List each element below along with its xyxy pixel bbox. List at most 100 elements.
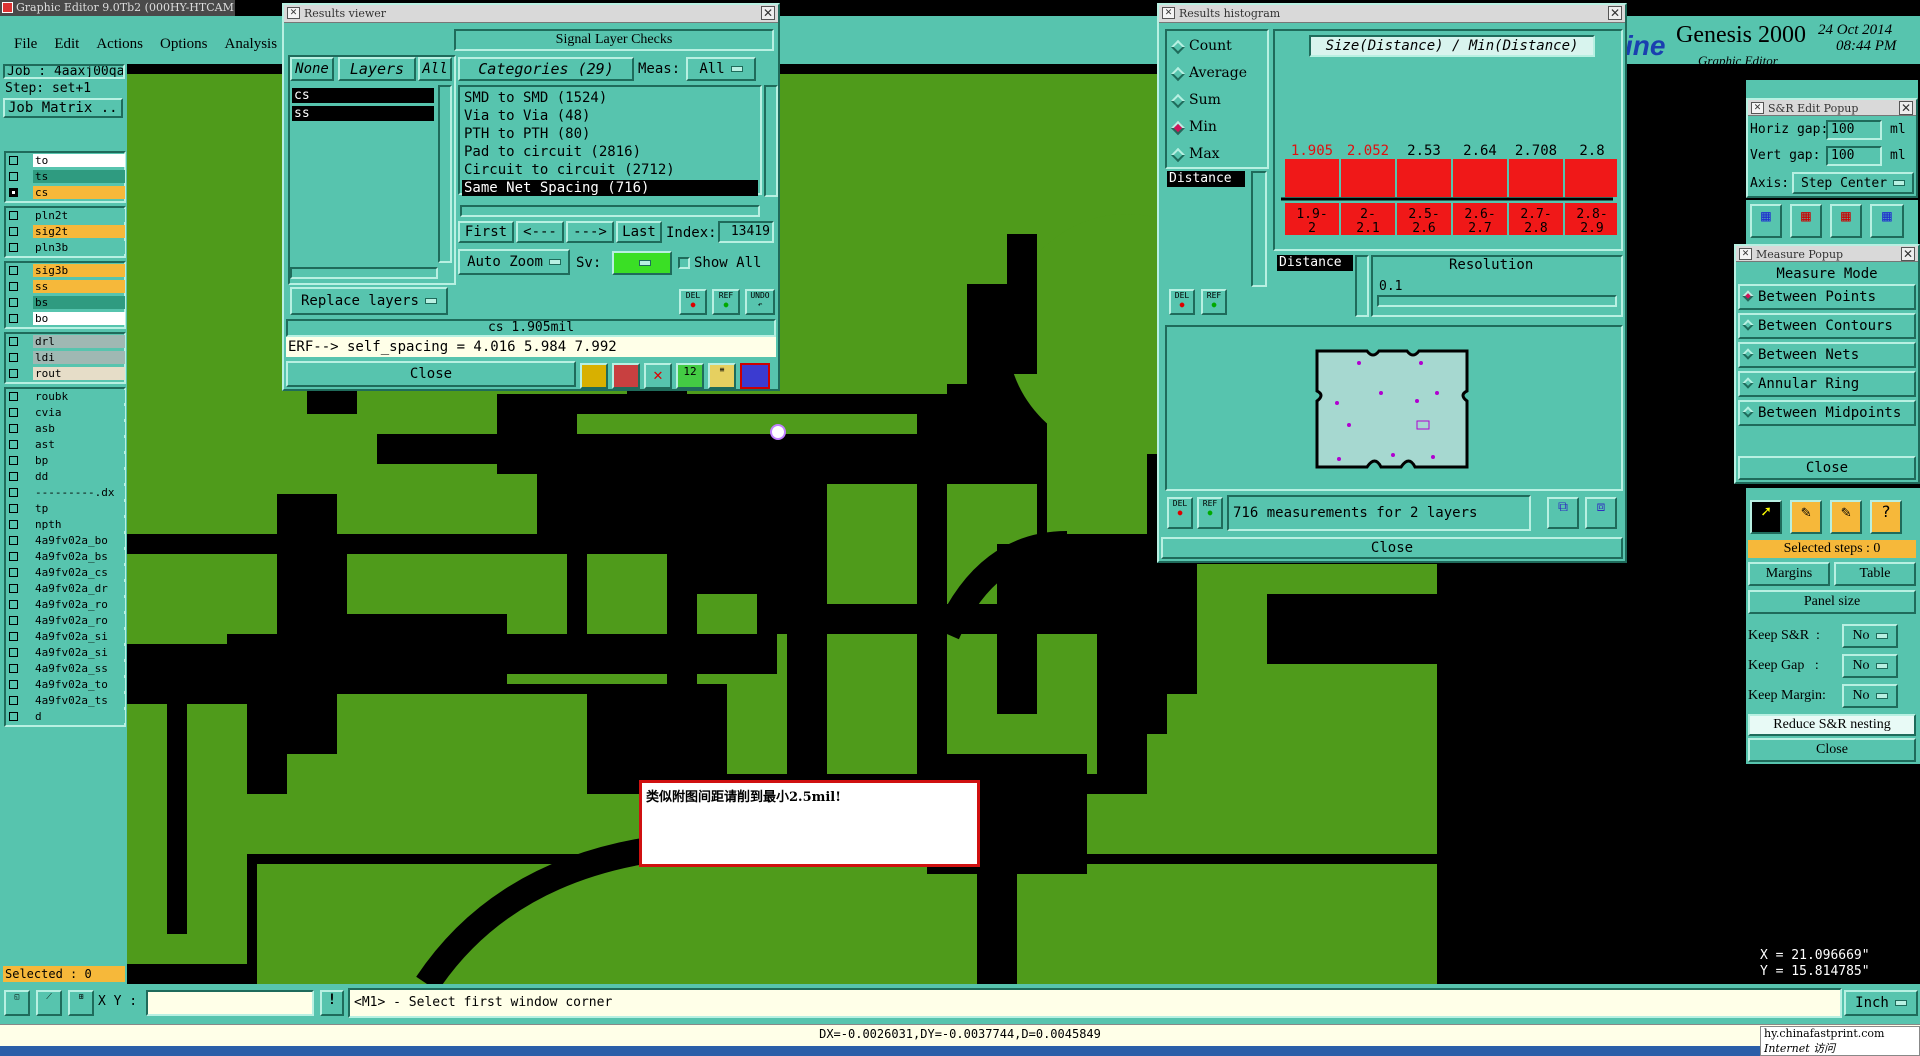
- measure-mode-option[interactable]: Between Midpoints: [1738, 400, 1916, 426]
- layer-checkbox[interactable]: [9, 552, 18, 561]
- layer-row[interactable]: cs: [6, 186, 125, 199]
- layer-checkbox[interactable]: [9, 282, 18, 291]
- layer-checkbox[interactable]: [9, 456, 18, 465]
- panel-size-button[interactable]: Panel size: [1748, 590, 1916, 614]
- ref-icon[interactable]: REF ●: [712, 289, 740, 315]
- layer-checkbox[interactable]: [9, 616, 18, 625]
- layer-checkbox[interactable]: [9, 600, 18, 609]
- layer-row[interactable]: 4a9fv02a_dr: [6, 582, 125, 595]
- layer-checkbox[interactable]: [9, 337, 18, 346]
- report-icon[interactable]: ≡: [708, 363, 736, 389]
- zoom-line-icon[interactable]: ⟋: [36, 990, 62, 1016]
- measure-mode-option[interactable]: Between Points: [1738, 284, 1916, 310]
- layer-checkbox[interactable]: [9, 243, 18, 252]
- category-item[interactable]: Pad to circuit (2816): [462, 144, 758, 160]
- layer-checkbox[interactable]: [9, 632, 18, 641]
- layer-row[interactable]: 4a9fv02a_bo: [6, 534, 125, 547]
- remove-icon[interactable]: ✕: [644, 363, 672, 389]
- layer-checkbox[interactable]: [9, 314, 18, 323]
- histogram-chart[interactable]: 1.9051.9-22.0522-2.12.532.5-2.62.642.6-2…: [1277, 125, 1617, 245]
- layer-row[interactable]: 4a9fv02a_ro: [6, 598, 125, 611]
- layout-red-icon[interactable]: ▦: [1790, 204, 1822, 238]
- categories-hscroll[interactable]: [460, 205, 760, 217]
- keep-gap-select[interactable]: No: [1842, 654, 1898, 678]
- table-button[interactable]: Table: [1834, 562, 1916, 586]
- layer-row[interactable]: tp: [6, 502, 125, 515]
- layer-row[interactable]: bo: [6, 312, 125, 325]
- results-viewer-titlebar[interactable]: ✕ Results viewer ✕: [284, 5, 778, 23]
- layer-row[interactable]: drl: [6, 335, 125, 348]
- menu-edit[interactable]: Edit: [54, 36, 79, 56]
- xy-input[interactable]: [146, 990, 314, 1016]
- layer-row[interactable]: 4a9fv02a_ts: [6, 694, 125, 707]
- layer-row[interactable]: cvia: [6, 406, 125, 419]
- layer-checkbox[interactable]: [9, 392, 18, 401]
- measure-mode-option[interactable]: Between Nets: [1738, 342, 1916, 368]
- exclaim-icon[interactable]: !: [320, 990, 344, 1016]
- hist-ref-icon-2[interactable]: REF ●: [1197, 497, 1223, 529]
- layer-checkbox[interactable]: [9, 172, 18, 181]
- layer-row[interactable]: sig2t: [6, 225, 125, 238]
- layer-checkbox[interactable]: [9, 680, 18, 689]
- horiz-gap-field[interactable]: 100: [1826, 120, 1882, 140]
- grid-icon[interactable]: ⊞: [68, 990, 94, 1016]
- histogram-close-button[interactable]: Close: [1161, 537, 1623, 559]
- stats-scrollbar[interactable]: [1251, 171, 1267, 287]
- sr-popup-titlebar[interactable]: ✕ S&R Edit Popup ✕: [1748, 100, 1916, 116]
- axis-select[interactable]: Step Center: [1792, 172, 1914, 194]
- meas-select[interactable]: All: [686, 57, 756, 81]
- layer-checkbox[interactable]: [9, 568, 18, 577]
- close-icon[interactable]: ✕: [1901, 247, 1915, 261]
- layer-row[interactable]: dd: [6, 470, 125, 483]
- menu-actions[interactable]: Actions: [96, 36, 143, 56]
- sr-close-button[interactable]: Close: [1748, 738, 1916, 762]
- unit-select[interactable]: Inch: [1844, 990, 1918, 1016]
- layer-list-hscroll[interactable]: [290, 267, 438, 279]
- layer-checkbox[interactable]: [9, 188, 18, 197]
- job-matrix-button[interactable]: Job Matrix ...: [3, 98, 123, 118]
- layer-row[interactable]: pln3b: [6, 241, 125, 254]
- layer-checkbox[interactable]: [9, 648, 18, 657]
- tab-all[interactable]: All: [418, 57, 452, 81]
- hist-ref-icon[interactable]: REF ●: [1201, 289, 1227, 315]
- histogram-bar[interactable]: [1453, 159, 1507, 197]
- measure-icon[interactable]: [580, 363, 608, 389]
- layer-row[interactable]: asb: [6, 422, 125, 435]
- layer-checkbox[interactable]: [9, 408, 18, 417]
- categories-button[interactable]: Categories (29): [458, 57, 634, 81]
- layer-row[interactable]: bp: [6, 454, 125, 467]
- layout-1x2-icon[interactable]: ▦: [1750, 204, 1782, 238]
- index-field[interactable]: 13419: [718, 221, 774, 243]
- layer-item-ss[interactable]: ss: [292, 106, 434, 121]
- resolution-scrollbar[interactable]: [1355, 255, 1369, 317]
- layer-row[interactable]: ---------.dx: [6, 486, 125, 499]
- query-icon[interactable]: ?: [1870, 500, 1902, 534]
- layer-row[interactable]: 4a9fv02a_cs: [6, 566, 125, 579]
- layer-checkbox[interactable]: [9, 504, 18, 513]
- layer-row[interactable]: sig3b: [6, 264, 125, 277]
- histogram-bar[interactable]: [1509, 159, 1563, 197]
- layer-checkbox[interactable]: [9, 584, 18, 593]
- layer-row[interactable]: 4a9fv02a_ss: [6, 662, 125, 675]
- measure-mode-radio[interactable]: [1742, 377, 1754, 389]
- measure-mode-option[interactable]: Annular Ring: [1738, 371, 1916, 397]
- auto-zoom-select[interactable]: Auto Zoom: [458, 249, 570, 275]
- show-all-checkbox[interactable]: [678, 257, 690, 269]
- prev-button[interactable]: <---: [516, 221, 564, 243]
- layer-checkbox[interactable]: [9, 353, 18, 362]
- layer-row[interactable]: to: [6, 154, 125, 167]
- select-icon[interactable]: ➚: [1750, 500, 1782, 534]
- undo-icon[interactable]: UNDO ↶: [745, 289, 775, 315]
- menu-options[interactable]: Options: [160, 36, 208, 56]
- measure-mode-radio[interactable]: [1742, 348, 1754, 360]
- layer-checkbox[interactable]: [9, 696, 18, 705]
- layout-grid-icon[interactable]: ▦: [1870, 204, 1904, 238]
- sv-select[interactable]: [612, 251, 672, 275]
- next-button[interactable]: --->: [566, 221, 614, 243]
- layer-row[interactable]: 4a9fv02a_si: [6, 646, 125, 659]
- layer-checkbox[interactable]: [9, 227, 18, 236]
- menu-analysis[interactable]: Analysis: [225, 36, 278, 56]
- layer-row[interactable]: 4a9fv02a_si: [6, 630, 125, 643]
- layer-row[interactable]: 4a9fv02a_to: [6, 678, 125, 691]
- close-icon[interactable]: ✕: [1608, 6, 1622, 20]
